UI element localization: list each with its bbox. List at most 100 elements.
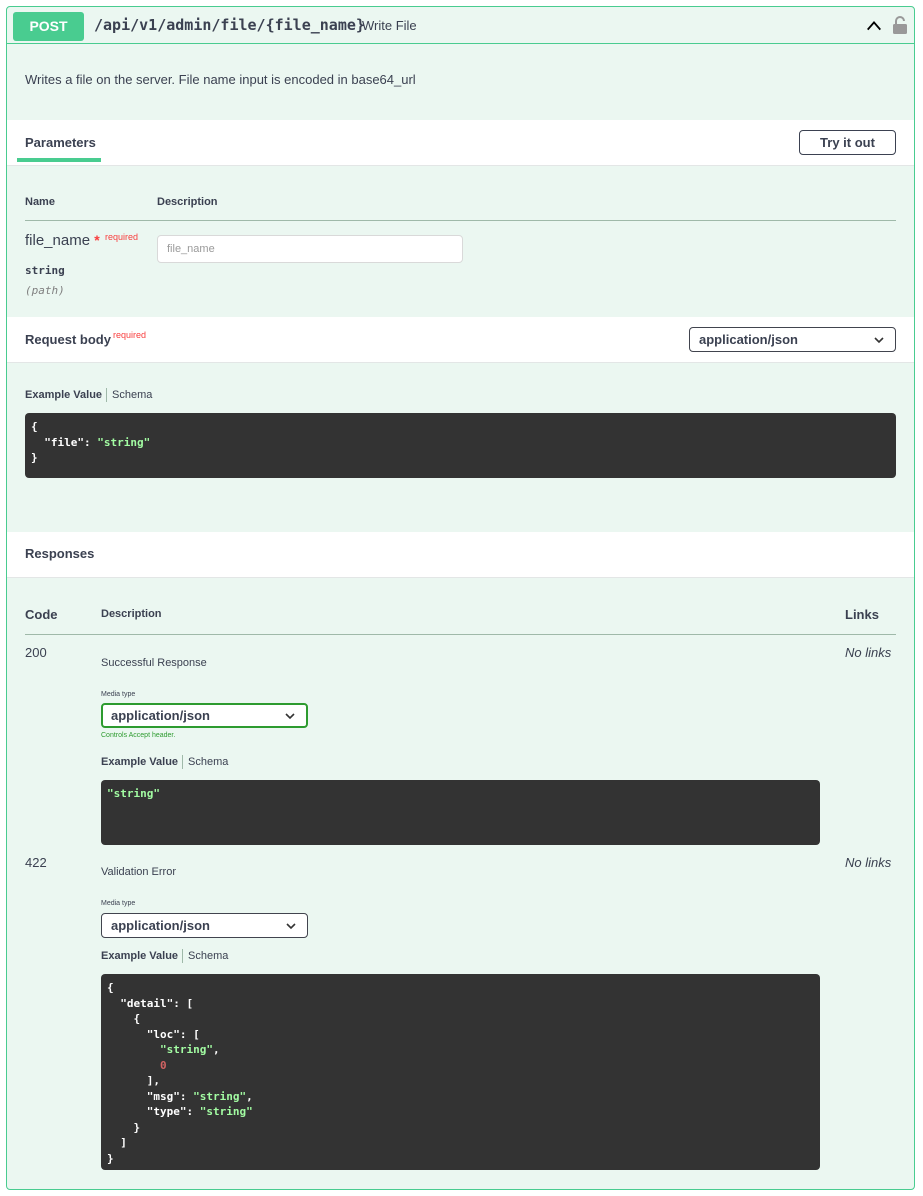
- operation-summary-description: Write File: [362, 18, 417, 33]
- resp-col-links: Links: [845, 607, 879, 622]
- code-token: :: [186, 1105, 200, 1118]
- resp-header-rule: [25, 634, 896, 635]
- code-line: "file": "string": [31, 435, 890, 451]
- parameters-header: Parameters Try it out: [7, 120, 914, 166]
- example-value-tab[interactable]: Example Value: [101, 756, 178, 768]
- code-token: ,: [246, 1089, 253, 1103]
- code-line: {: [107, 980, 814, 996]
- code-line: }: [107, 1120, 814, 1136]
- code-token: :: [179, 1089, 194, 1103]
- schema-tab[interactable]: Schema: [188, 756, 228, 768]
- code-line: "detail": [: [107, 996, 814, 1012]
- param-header-rule: [25, 220, 896, 221]
- response-example-tabs-422: Example Value Schema: [101, 949, 228, 963]
- request-example-code: { "file": "string"}: [25, 413, 896, 478]
- responses-title: Responses: [25, 546, 95, 561]
- code-token: "file": [31, 435, 84, 449]
- chevron-down-icon: [285, 713, 295, 720]
- chevron-down-icon: [286, 923, 296, 930]
- response-media-type-select-200[interactable]: application/json: [101, 703, 308, 728]
- code-line: "loc": [: [107, 1027, 814, 1043]
- response-media-type-value-422: application/json: [111, 918, 210, 933]
- code-token: "type": [107, 1105, 187, 1118]
- response-media-type-select-422[interactable]: application/json: [101, 913, 308, 938]
- resp-col-code: Code: [25, 607, 58, 622]
- response-example-code-422: { "detail": [ { "loc": [ "string", 0 ], …: [101, 974, 820, 1170]
- resp-col-description: Description: [101, 608, 162, 620]
- code-line: "type": "string": [107, 1104, 814, 1120]
- method-badge: POST: [13, 12, 84, 41]
- code-line: {: [107, 1011, 814, 1027]
- parameters-tab-underline: [17, 158, 101, 162]
- code-token: "string": [199, 1105, 253, 1118]
- response-links-200: No links: [845, 645, 892, 660]
- code-token: }: [107, 1151, 114, 1165]
- code-token: ],: [107, 1074, 160, 1087]
- required-star: *: [94, 232, 100, 248]
- param-col-name: Name: [25, 196, 55, 208]
- code-token: {: [31, 420, 38, 433]
- chevron-up-icon[interactable]: [865, 17, 883, 35]
- controls-accept-note: Controls Accept header.: [101, 732, 176, 739]
- schema-tab[interactable]: Schema: [112, 389, 152, 401]
- param-location: (path): [25, 284, 65, 297]
- code-token: {: [107, 1012, 141, 1025]
- code-token: :: [83, 435, 98, 449]
- code-token: : [: [179, 1027, 200, 1041]
- param-col-description: Description: [157, 196, 218, 208]
- code-line: "msg": "string",: [107, 1089, 814, 1105]
- tab-separator: [182, 949, 184, 963]
- code-token: "loc": [107, 1027, 180, 1041]
- code-token: "msg": [107, 1089, 180, 1103]
- parameters-tab[interactable]: Parameters: [25, 135, 96, 150]
- response-code-422: 422: [25, 855, 47, 870]
- code-token: "detail": [107, 996, 174, 1010]
- operation-path: /api/v1/admin/file/{file_name}: [94, 16, 365, 34]
- code-line: "string",: [107, 1042, 814, 1058]
- code-token: {: [107, 981, 114, 994]
- request-body-required-label: required: [113, 330, 147, 340]
- operation-summary[interactable]: POST /api/v1/admin/file/{file_name} Writ…: [7, 7, 914, 44]
- response-media-type-value-200: application/json: [111, 708, 210, 723]
- param-name: file_name *: [25, 232, 100, 249]
- code-line: {: [31, 419, 890, 435]
- request-content-type-select[interactable]: application/json: [689, 327, 896, 352]
- operation-block: POST /api/v1/admin/file/{file_name} Writ…: [6, 6, 915, 1190]
- code-line: 0: [107, 1058, 814, 1074]
- param-name-text: file_name: [25, 232, 91, 249]
- responses-header: Responses: [7, 532, 914, 578]
- code-line: }: [107, 1151, 814, 1167]
- request-body-header: Request body required application/json: [7, 317, 914, 363]
- code-token: }: [107, 1120, 141, 1134]
- response-description-422: Validation Error: [101, 866, 176, 878]
- code-token: "string": [107, 787, 160, 800]
- example-value-tab[interactable]: Example Value: [101, 950, 178, 962]
- schema-tab[interactable]: Schema: [188, 950, 228, 962]
- response-links-422: No links: [845, 855, 892, 870]
- code-line: ]: [107, 1135, 814, 1151]
- code-token: : [: [173, 996, 194, 1010]
- code-token: }: [31, 451, 38, 464]
- request-body-title: Request body: [25, 332, 111, 347]
- chevron-down-icon: [874, 337, 884, 344]
- media-type-label-200: Media type: [101, 691, 136, 698]
- response-description-200: Successful Response: [101, 657, 207, 669]
- operation-description: Writes a file on the server. File name i…: [25, 72, 416, 87]
- try-it-out-button[interactable]: Try it out: [799, 130, 896, 155]
- code-line: "string": [107, 786, 814, 802]
- tab-separator: [106, 388, 108, 402]
- example-value-tab[interactable]: Example Value: [25, 389, 102, 401]
- code-token: 0: [159, 1058, 167, 1072]
- param-required-label: required: [105, 232, 139, 242]
- request-content-type-value: application/json: [699, 332, 798, 347]
- param-type: string: [25, 264, 65, 277]
- code-token: ]: [107, 1136, 127, 1149]
- request-example-tabs: Example Value Schema: [25, 388, 152, 402]
- file-name-input[interactable]: [157, 235, 463, 263]
- code-token: "string": [159, 1043, 213, 1056]
- tab-separator: [182, 755, 184, 769]
- lock-icon[interactable]: [892, 15, 908, 35]
- response-example-code-200: "string": [101, 780, 820, 845]
